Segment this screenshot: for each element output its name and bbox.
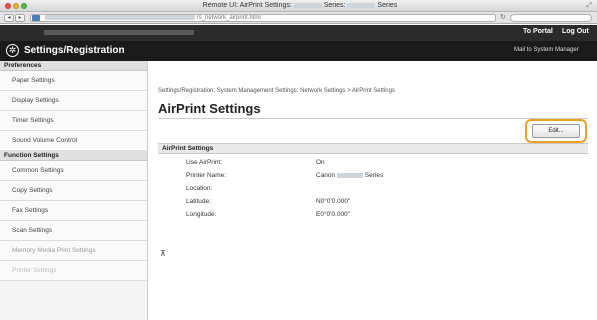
logout-link[interactable]: Log Out: [562, 28, 589, 35]
site-favicon-icon: [32, 15, 40, 21]
sidebar-item-printer-settings[interactable]: Printer Settings: [0, 261, 147, 281]
close-window-button[interactable]: [5, 3, 11, 9]
back-button[interactable]: ◂: [4, 14, 14, 22]
setting-row-printer-name: Printer Name: Canon Series: [158, 170, 588, 182]
sidebar-item-common-settings[interactable]: Common Settings: [0, 161, 147, 181]
settings-gear-icon: ✲: [6, 44, 19, 57]
sidebar-heading-function-settings: Function Settings: [0, 151, 147, 161]
redacted-model: [293, 2, 322, 8]
minimize-window-button[interactable]: [13, 3, 19, 9]
address-bar[interactable]: rs_network_airprint.html: [30, 14, 496, 22]
page-title: AirPrint Settings: [158, 101, 261, 116]
redacted-device: [44, 29, 194, 35]
title-divider: [158, 118, 588, 119]
sidebar-item-paper-settings[interactable]: Paper Settings: [0, 71, 147, 91]
edit-button[interactable]: Edit...: [532, 124, 580, 138]
search-input[interactable]: [510, 14, 592, 22]
sidebar-item-memory-media-print[interactable]: Memory Media Print Settings: [0, 241, 147, 261]
sidebar-item-display-settings[interactable]: Display Settings: [0, 91, 147, 111]
reload-icon[interactable]: ↻: [500, 14, 506, 21]
setting-row-latitude: Latitude: N0°0'0.000": [158, 196, 588, 208]
setting-value: E0°0'0.000": [316, 211, 350, 218]
redacted-model: [347, 2, 376, 8]
redacted-model: [336, 172, 363, 178]
section-heading-airprint: AirPrint Settings: [158, 143, 588, 154]
setting-value: On: [316, 159, 325, 166]
setting-label: Use AirPrint:: [186, 159, 223, 166]
setting-label: Printer Name:: [186, 172, 227, 179]
browser-toolbar: ◂ ▸ rs_network_airprint.html ↻: [0, 12, 597, 24]
sidebar-item-fax-settings[interactable]: Fax Settings: [0, 201, 147, 221]
setting-row-use-airprint: Use AirPrint: On: [158, 157, 588, 169]
app-topbar: To Portal Log Out: [0, 25, 597, 41]
breadcrumb: Settings/Registration: System Management…: [158, 88, 395, 94]
sidebar: Preferences Paper Settings Display Setti…: [0, 61, 148, 320]
sidebar-item-copy-settings[interactable]: Copy Settings: [0, 181, 147, 201]
fullscreen-icon[interactable]: ⤢: [586, 2, 592, 10]
setting-label: Longitude:: [186, 211, 217, 218]
to-portal-link[interactable]: To Portal: [523, 28, 553, 35]
app-title: Settings/Registration: [24, 45, 125, 56]
setting-value: N0°0'0.000": [316, 198, 351, 205]
setting-row-longitude: Longitude: E0°0'0.000": [158, 209, 588, 221]
zoom-window-button[interactable]: [21, 3, 27, 9]
app-header: ✲ Settings/Registration Mail to System M…: [0, 41, 597, 61]
redacted-host: [45, 15, 195, 20]
setting-value: Canon Series: [316, 172, 384, 179]
back-to-top-icon[interactable]: ⊼: [160, 249, 166, 258]
mail-system-manager-link[interactable]: Mail to System Manager: [514, 47, 579, 53]
window-title: Remote UI: AirPrint Settings: Series: Se…: [202, 2, 398, 9]
sidebar-item-scan-settings[interactable]: Scan Settings: [0, 221, 147, 241]
setting-label: Latitude:: [186, 198, 211, 205]
setting-label: Location:: [186, 185, 213, 192]
sidebar-item-sound-volume[interactable]: Sound Volume Control: [0, 131, 147, 151]
device-name: [44, 29, 194, 36]
forward-button[interactable]: ▸: [15, 14, 25, 22]
main-content: Settings/Registration: System Management…: [148, 61, 597, 320]
sidebar-item-timer-settings[interactable]: Timer Settings: [0, 111, 147, 131]
sidebar-heading-preferences: Preferences: [0, 61, 147, 71]
window-titlebar: Remote UI: AirPrint Settings: Series: Se…: [0, 0, 597, 12]
setting-row-location: Location:: [158, 183, 588, 195]
